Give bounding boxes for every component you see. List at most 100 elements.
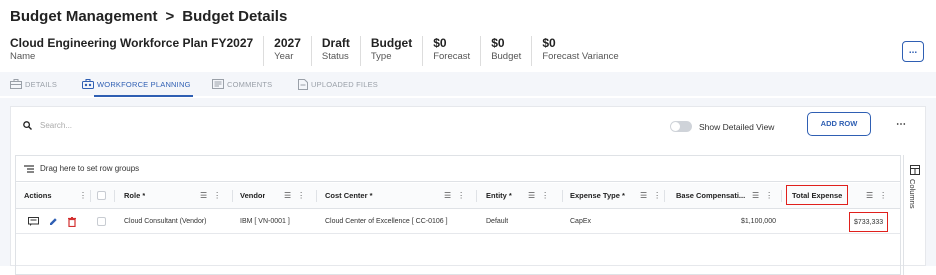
breadcrumb-separator: > bbox=[165, 8, 175, 25]
filter-icon[interactable]: ☰ bbox=[284, 191, 291, 200]
detailed-view-toggle[interactable] bbox=[670, 121, 692, 132]
row-group-panel[interactable]: Drag here to set row groups bbox=[16, 156, 900, 182]
breadcrumb-parent[interactable]: Budget Management bbox=[10, 8, 158, 25]
expense-type-column-controls: ☰ ⋮ bbox=[640, 183, 661, 208]
column-menu-icon[interactable]: ⋮ bbox=[297, 191, 305, 200]
row-groups-icon bbox=[24, 164, 34, 173]
cell-vendor[interactable]: IBM [ VN-0001 ] bbox=[240, 210, 290, 233]
col-divider bbox=[476, 190, 477, 202]
summary-year-label: Year bbox=[274, 51, 294, 62]
grid-container: Search... Show Detailed View ADD ROW ⋯ D… bbox=[10, 106, 926, 275]
row-select-checkbox[interactable] bbox=[97, 217, 106, 226]
grid-more-icon[interactable]: ⋯ bbox=[896, 119, 906, 130]
col-divider bbox=[232, 190, 233, 202]
summary-name-label: Name bbox=[10, 51, 36, 62]
more-options-button[interactable]: ... bbox=[902, 41, 924, 62]
summary-status-value: Draft bbox=[321, 36, 350, 50]
summary-type-label: Type bbox=[370, 51, 392, 62]
search-input[interactable]: Search... bbox=[40, 121, 72, 130]
columns-side-panel[interactable]: Columns bbox=[903, 155, 925, 275]
col-header-actions[interactable]: Actions bbox=[24, 183, 52, 208]
column-menu-icon[interactable]: ⋮ bbox=[541, 191, 549, 200]
summary-type: Budget Type bbox=[370, 36, 424, 66]
team-icon bbox=[82, 79, 94, 89]
search-box[interactable]: Search... bbox=[23, 121, 72, 130]
col-header-entity[interactable]: Entity * bbox=[486, 183, 512, 208]
filter-icon[interactable]: ☰ bbox=[528, 191, 535, 200]
column-menu-icon[interactable]: ⋮ bbox=[213, 191, 221, 200]
tab-details[interactable]: DETAILS bbox=[10, 72, 57, 96]
columns-panel-label[interactable]: Columns bbox=[908, 179, 917, 209]
tab-details-label: DETAILS bbox=[25, 79, 58, 89]
briefcase-icon bbox=[10, 79, 22, 89]
select-all-checkbox[interactable] bbox=[97, 191, 106, 200]
summary-status-label: Status bbox=[321, 51, 349, 62]
file-icon bbox=[298, 78, 308, 90]
table-row[interactable]: Cloud Consultant (Vendor) IBM [ VN-0001 … bbox=[16, 210, 900, 234]
data-grid: Drag here to set row groups Actions ⋮ Ro… bbox=[15, 155, 901, 275]
row-group-panel-label: Drag here to set row groups bbox=[40, 164, 140, 173]
col-header-total-expense[interactable]: Total Expense bbox=[786, 185, 849, 205]
cell-total-expense[interactable]: $733,333 bbox=[849, 212, 889, 232]
edit-icon[interactable] bbox=[49, 217, 58, 226]
tab-comments[interactable]: COMMENTS bbox=[212, 72, 272, 96]
search-icon bbox=[23, 121, 32, 130]
filter-icon[interactable]: ☰ bbox=[444, 191, 451, 200]
tab-workforce-planning-label: WORKFORCE PLANNING bbox=[97, 79, 191, 89]
column-menu-icon[interactable]: ⋮ bbox=[457, 191, 465, 200]
cost-center-column-controls: ☰ ⋮ bbox=[444, 183, 465, 208]
cell-base-compensation[interactable]: $1,100,000 bbox=[676, 210, 776, 233]
cell-cost-center[interactable]: Cloud Center of Excellence [ CC-0106 ] bbox=[325, 210, 448, 233]
summary-status: Draft Status bbox=[322, 36, 361, 66]
summary-budget: $0 Budget bbox=[491, 36, 533, 66]
filter-icon[interactable]: ☰ bbox=[752, 191, 759, 200]
breadcrumb: Budget Management > Budget Details bbox=[10, 8, 287, 25]
summary-name-value: Cloud Engineering Workforce Plan FY2027 bbox=[10, 36, 254, 50]
total-expense-column-controls: ☰ ⋮ bbox=[866, 183, 887, 208]
delete-icon[interactable] bbox=[68, 216, 76, 227]
column-menu-icon[interactable]: ⋮ bbox=[765, 191, 773, 200]
cell-expense-type[interactable]: CapEx bbox=[570, 210, 591, 233]
col-header-base-compensation[interactable]: Base Compensati... bbox=[676, 183, 745, 208]
filter-icon[interactable]: ☰ bbox=[866, 191, 873, 200]
summary-year: 2027 Year bbox=[274, 36, 312, 66]
budget-summary: Cloud Engineering Workforce Plan FY2027 N… bbox=[10, 36, 639, 66]
summary-forecast: $0 Forecast bbox=[433, 36, 482, 66]
cell-role[interactable]: Cloud Consultant (Vendor) bbox=[124, 210, 207, 233]
filter-icon[interactable]: ☰ bbox=[640, 191, 647, 200]
role-column-controls: ☰ ⋮ bbox=[200, 183, 221, 208]
columns-icon bbox=[910, 165, 920, 175]
col-divider bbox=[664, 190, 665, 202]
row-select-cell[interactable] bbox=[97, 210, 106, 233]
select-all-cell[interactable] bbox=[97, 183, 106, 208]
column-menu-icon[interactable]: ⋮ bbox=[653, 191, 661, 200]
col-divider bbox=[781, 190, 782, 202]
summary-forecast-variance: $0 Forecast Variance bbox=[542, 36, 628, 66]
row-actions bbox=[28, 210, 76, 233]
grid-header: Actions ⋮ Role * ☰ ⋮ Vendor ☰ ⋮ Cost Cente… bbox=[16, 183, 900, 209]
vendor-column-controls: ☰ ⋮ bbox=[284, 183, 305, 208]
tab-uploaded-files-label: UPLOADED FILES bbox=[311, 79, 378, 89]
breadcrumb-current: Budget Details bbox=[182, 8, 288, 25]
filter-icon[interactable]: ☰ bbox=[200, 191, 207, 200]
summary-variance-label: Forecast Variance bbox=[542, 51, 619, 62]
col-header-role[interactable]: Role * bbox=[124, 183, 145, 208]
comment-icon[interactable] bbox=[28, 217, 39, 226]
tab-uploaded-files[interactable]: UPLOADED FILES bbox=[298, 72, 378, 96]
summary-budget-value: $0 bbox=[491, 36, 505, 50]
comments-icon bbox=[212, 79, 224, 89]
col-header-vendor[interactable]: Vendor bbox=[240, 183, 265, 208]
summary-forecast-label: Forecast bbox=[433, 51, 471, 62]
col-divider bbox=[90, 190, 91, 202]
actions-menu-icon[interactable]: ⋮ bbox=[79, 183, 87, 208]
col-header-expense-type[interactable]: Expense Type * bbox=[570, 183, 625, 208]
cell-entity[interactable]: Default bbox=[486, 210, 508, 233]
workforce-planning-panel: Search... Show Detailed View ADD ROW ⋯ D… bbox=[0, 98, 936, 275]
add-row-button[interactable]: ADD ROW bbox=[807, 112, 871, 136]
tab-workforce-planning[interactable]: WORKFORCE PLANNING bbox=[82, 72, 193, 97]
column-menu-icon[interactable]: ⋮ bbox=[879, 191, 887, 200]
col-header-cost-center[interactable]: Cost Center * bbox=[325, 183, 373, 208]
entity-column-controls: ☰ ⋮ bbox=[528, 183, 549, 208]
summary-type-value: Budget bbox=[370, 36, 413, 50]
summary-budget-label: Budget bbox=[491, 51, 522, 62]
